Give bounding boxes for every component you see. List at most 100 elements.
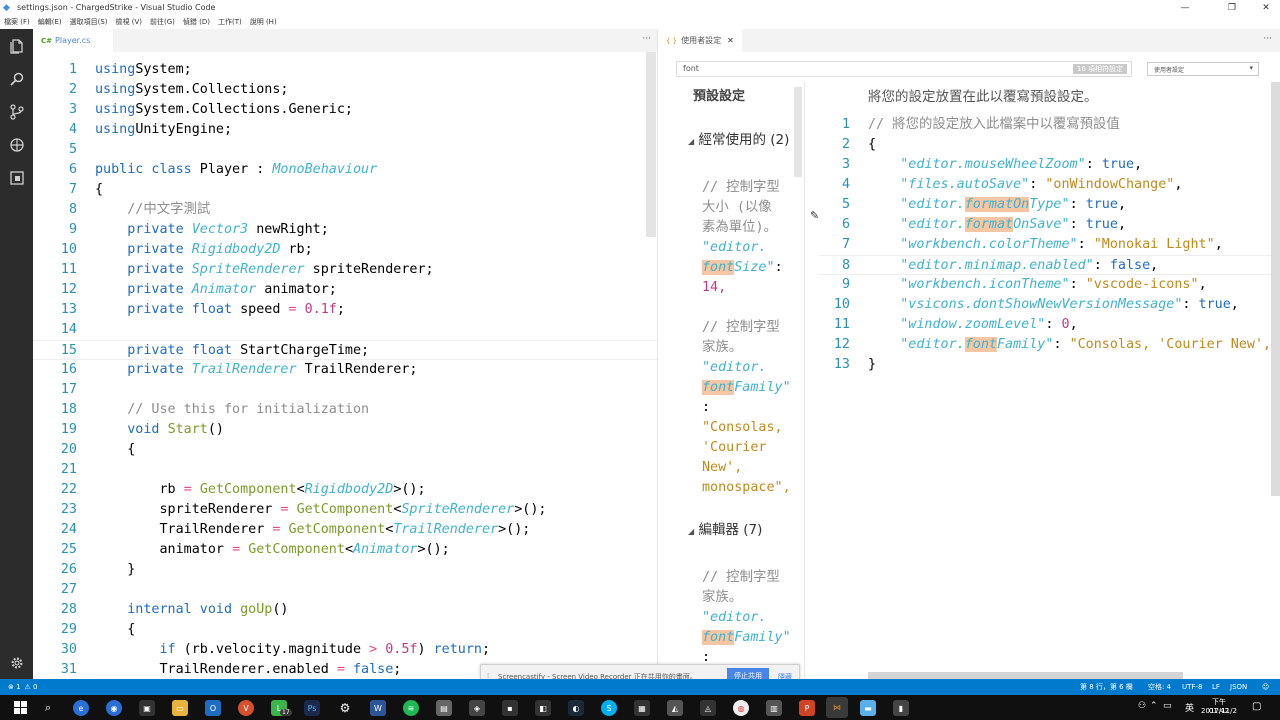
menu-debug[interactable]: 偵錯 (D) bbox=[183, 17, 210, 27]
smiley-icon[interactable]: ☺ bbox=[1262, 683, 1269, 691]
code-line[interactable]: 1 // 將您的設定放入此檔案中以覆寫預設值 bbox=[818, 115, 1280, 135]
code-line[interactable]: 5 bbox=[33, 140, 657, 160]
app-icon[interactable]: ▪ bbox=[502, 700, 518, 716]
file-explorer-icon[interactable]: ▭ bbox=[172, 700, 188, 716]
scope-select[interactable]: 使用者設定 ▾ bbox=[1147, 62, 1259, 76]
code-line[interactable]: 18 // Use this for initialization bbox=[33, 400, 657, 420]
cursor-position[interactable]: 第 8 行，第 6 欄 bbox=[1080, 682, 1133, 692]
code-line[interactable]: 11 "window.zoomLevel": 0, bbox=[818, 315, 1280, 335]
code-line[interactable]: 4 "files.autoSave": "onWindowChange", bbox=[818, 175, 1280, 195]
menu-help[interactable]: 說明 (H) bbox=[250, 17, 277, 27]
debug-icon[interactable] bbox=[0, 128, 33, 161]
windows-start-icon[interactable] bbox=[14, 701, 27, 714]
code-line[interactable]: 3 "editor.mouseWheelZoom": true, bbox=[818, 155, 1280, 175]
code-line[interactable]: 26 } bbox=[33, 560, 657, 580]
horizontal-scrollbar-thumb[interactable] bbox=[868, 672, 1183, 679]
chrome-icon[interactable]: ◍ bbox=[733, 700, 749, 716]
defaults-scrollbar-thumb[interactable] bbox=[794, 87, 802, 177]
explorer-icon[interactable] bbox=[0, 29, 33, 62]
code-line[interactable]: 11 private SpriteRenderer spriteRenderer… bbox=[33, 260, 657, 280]
menu-view[interactable]: 檢視 (V) bbox=[116, 17, 142, 27]
app-icon[interactable]: ▥ bbox=[766, 700, 782, 716]
browser-icon[interactable]: e bbox=[73, 700, 89, 716]
code-line[interactable]: 6 "editor.formatOnSave": true, bbox=[818, 215, 1280, 235]
app-icon[interactable]: ▮ bbox=[893, 700, 909, 716]
app-icon[interactable]: ◭ bbox=[667, 700, 683, 716]
app-icon[interactable]: ◈ bbox=[469, 700, 485, 716]
powerpoint-icon[interactable]: P bbox=[799, 700, 815, 716]
menu-tasks[interactable]: 工作(T) bbox=[218, 17, 242, 27]
warnings-count[interactable]: ⚠ 0 bbox=[25, 683, 38, 691]
menu-edit[interactable]: 編輯(E) bbox=[38, 17, 62, 27]
code-line[interactable]: 13 private float speed = 0.1f; bbox=[33, 300, 657, 320]
code-line[interactable]: 12 "editor.fontFamily": "Consolas, 'Cour… bbox=[818, 335, 1280, 355]
code-line[interactable]: 28 internal void goUp() bbox=[33, 600, 657, 620]
more-actions-button[interactable]: ··· bbox=[1263, 34, 1272, 44]
left-code-editor[interactable]: 1 usingSystem; 2 usingSystem.Collections; 3 u… bbox=[33, 52, 657, 679]
network-icon[interactable]: ▭ bbox=[1163, 701, 1172, 711]
chrome-icon[interactable]: ◉ bbox=[106, 700, 122, 716]
code-line[interactable]: 4 usingUnityEngine; bbox=[33, 120, 657, 140]
app-icon[interactable]: ◧ bbox=[535, 700, 551, 716]
tab-player-cs[interactable]: C# Player.cs bbox=[33, 29, 113, 52]
outlook-icon[interactable]: O bbox=[205, 700, 221, 716]
code-line[interactable]: 22 rb = GetComponent<Rigidbody2D>(); bbox=[33, 480, 657, 500]
code-line[interactable]: 15 private float StartChargeTime; bbox=[33, 340, 657, 360]
vscode-taskbar-icon[interactable]: ⋈ bbox=[826, 697, 848, 718]
section-editor[interactable]: ◢ 編輯器 (7) bbox=[688, 518, 762, 538]
indentation[interactable]: 空格: 4 bbox=[1148, 682, 1171, 692]
source-control-icon[interactable] bbox=[0, 95, 33, 128]
action-center-icon[interactable]: ▢ bbox=[1252, 701, 1261, 712]
encoding[interactable]: UTF-8 bbox=[1182, 683, 1202, 691]
menu-selection[interactable]: 選取項目(S) bbox=[70, 17, 108, 27]
calculator-icon[interactable]: ▦ bbox=[634, 700, 650, 716]
section-commonly-used[interactable]: ◢ 經常使用的 (2) bbox=[688, 128, 789, 148]
pane-divider[interactable] bbox=[804, 82, 805, 679]
code-line[interactable]: 9 "workbench.iconTheme": "vscode-icons", bbox=[818, 275, 1280, 295]
minimize-button[interactable]: — bbox=[1165, 0, 1205, 15]
code-line[interactable]: 9 private Vector3 newRight; bbox=[33, 220, 657, 240]
ime-indicator[interactable]: 英 bbox=[1185, 701, 1194, 714]
code-line[interactable]: 29 { bbox=[33, 620, 657, 640]
code-line[interactable]: 25 animator = GetComponent<Animator>(); bbox=[33, 540, 657, 560]
steam-icon[interactable]: ◐ bbox=[568, 700, 584, 716]
skype-icon[interactable]: S bbox=[601, 700, 617, 716]
settings-gear-icon[interactable]: ⚙ bbox=[337, 700, 353, 716]
code-line[interactable]: 10 private Rigidbody2D rb; bbox=[33, 240, 657, 260]
code-line[interactable]: 17 bbox=[33, 380, 657, 400]
code-line[interactable]: 2 usingSystem.Collections; bbox=[33, 80, 657, 100]
search-icon[interactable] bbox=[0, 62, 33, 95]
clock-date[interactable]: 2017/11/2 bbox=[1201, 707, 1237, 715]
code-line[interactable]: 19 void Start() bbox=[33, 420, 657, 440]
menu-go[interactable]: 前往(G) bbox=[150, 17, 175, 27]
right-scrollbar-thumb[interactable] bbox=[1271, 82, 1280, 496]
menu-file[interactable]: 檔案 (F) bbox=[4, 17, 30, 27]
code-line[interactable]: 3 usingSystem.Collections.Generic; bbox=[33, 100, 657, 120]
app-icon[interactable]: ▬ bbox=[860, 700, 876, 716]
code-line[interactable]: 16 private TrailRenderer TrailRenderer; bbox=[33, 360, 657, 380]
vivaldi-icon[interactable]: V bbox=[238, 700, 254, 716]
code-line[interactable]: 30 if (rb.velocity.magnitude > 0.5f) ret… bbox=[33, 640, 657, 660]
user-icon[interactable]: ⚇ bbox=[1138, 701, 1146, 711]
app-icon[interactable]: ▣ bbox=[139, 700, 155, 716]
code-line[interactable]: 12 private Animator animator; bbox=[33, 280, 657, 300]
code-line[interactable]: 7 "workbench.colorTheme": "Monokai Light… bbox=[818, 235, 1280, 255]
code-line[interactable]: 27 bbox=[33, 580, 657, 600]
more-actions-button[interactable]: ··· bbox=[642, 34, 651, 44]
code-line[interactable]: 8 //中文字測試 bbox=[33, 200, 657, 220]
code-line[interactable]: 21 bbox=[33, 460, 657, 480]
code-line[interactable]: 8 "editor.minimap.enabled": false, bbox=[818, 255, 1280, 275]
left-scrollbar-thumb[interactable] bbox=[646, 52, 656, 237]
code-line[interactable]: 2{ bbox=[818, 135, 1280, 155]
close-tab-icon[interactable]: ✕ bbox=[727, 36, 734, 45]
line-ending[interactable]: LF bbox=[1212, 683, 1220, 691]
code-line[interactable]: 14 bbox=[33, 320, 657, 340]
word-icon[interactable]: W bbox=[370, 700, 386, 716]
language-mode[interactable]: JSON bbox=[1230, 683, 1247, 691]
settings-search-input[interactable]: font 16 項相符設定 bbox=[676, 61, 1132, 77]
search-icon[interactable]: ⌕ bbox=[40, 700, 56, 716]
code-line[interactable]: 1 usingSystem; bbox=[33, 60, 657, 80]
code-line[interactable]: 5 "editor.formatOnType": true, bbox=[818, 195, 1280, 215]
code-line[interactable]: 23 spriteRenderer = GetComponent<SpriteR… bbox=[33, 500, 657, 520]
tab-user-settings[interactable]: { } 使用者設定 ✕ bbox=[658, 29, 742, 52]
